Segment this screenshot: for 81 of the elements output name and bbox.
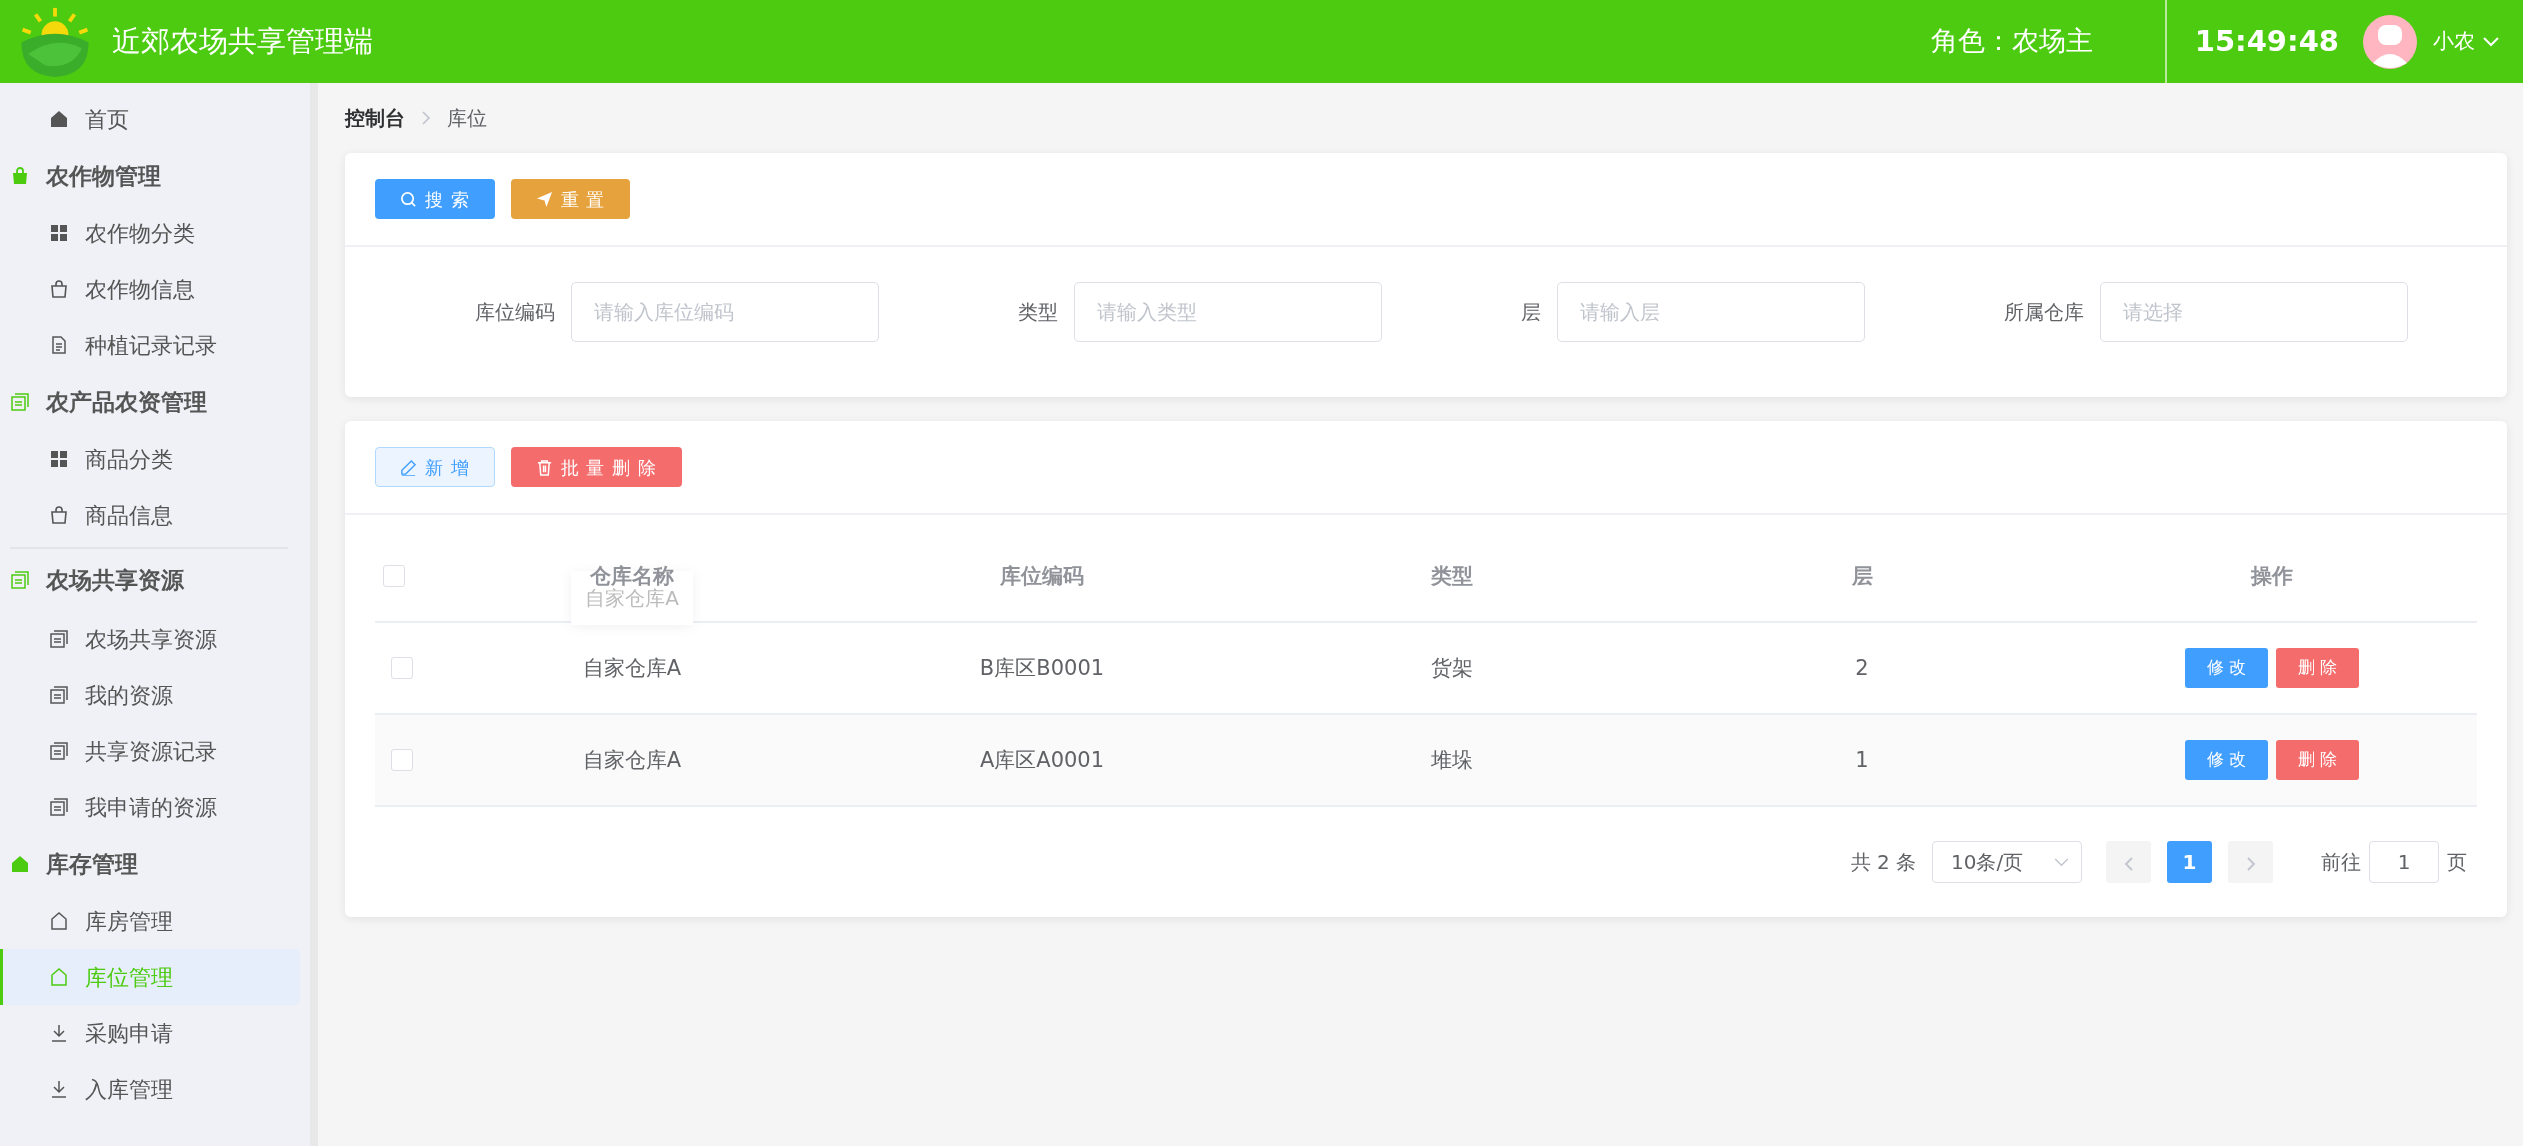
chevron-icon bbox=[421, 110, 431, 126]
page-size-select[interactable]: 10条/页 bbox=[1932, 841, 2082, 883]
grid-icon bbox=[49, 223, 69, 243]
column-header: 层 bbox=[1851, 564, 1873, 589]
input-field[interactable]: 请选择 bbox=[2099, 282, 2408, 342]
bag-icon bbox=[10, 166, 30, 186]
total-count: 共 2 条 bbox=[1850, 849, 1916, 876]
table-cell: 2 bbox=[1855, 656, 1869, 681]
stack-icon bbox=[49, 685, 69, 705]
menu-item[interactable]: 库房管理 bbox=[0, 893, 300, 949]
menu-group[interactable]: 库存管理 bbox=[0, 835, 310, 893]
role-label: 角色：农场主 bbox=[1930, 24, 2093, 59]
column-header: 类型 bbox=[1431, 564, 1473, 589]
menu-item[interactable]: 我申请的资源 bbox=[0, 779, 300, 835]
stack-icon bbox=[49, 797, 69, 817]
menu-group[interactable]: 农场共享资源 bbox=[10, 547, 288, 611]
home-icon bbox=[10, 854, 30, 874]
table-cell: A库区A0001 bbox=[979, 748, 1105, 773]
input-field[interactable]: 请输入库位编码 bbox=[570, 282, 879, 342]
menu-item[interactable]: 入库管理 bbox=[0, 1061, 300, 1117]
checkbox[interactable] bbox=[391, 657, 413, 679]
avatar-icon bbox=[2363, 14, 2417, 69]
grid-icon bbox=[49, 449, 69, 469]
menu-item[interactable]: 农作物分类 bbox=[0, 205, 300, 261]
page-input[interactable]: 1 bbox=[2369, 841, 2439, 883]
input-field[interactable]: 请输入类型 bbox=[1073, 282, 1382, 342]
checkbox[interactable] bbox=[383, 565, 405, 587]
table-cell: 自家仓库A bbox=[582, 656, 682, 681]
bag-icon bbox=[49, 505, 69, 525]
menu-item[interactable]: 商品分类 bbox=[0, 431, 300, 487]
chevron-icon bbox=[2054, 857, 2069, 867]
menu-item[interactable]: 首页 bbox=[0, 91, 300, 147]
search-icon bbox=[400, 190, 417, 208]
field-label: 类型 bbox=[1017, 299, 1058, 326]
home-icon bbox=[49, 109, 69, 129]
column-header: 仓库名称 bbox=[590, 564, 674, 589]
caret-icon bbox=[2483, 36, 2499, 47]
bag-icon bbox=[49, 279, 69, 299]
input-field[interactable]: 请输入层 bbox=[1556, 282, 1865, 342]
previous-page-button[interactable] bbox=[2106, 841, 2151, 883]
stack-icon bbox=[10, 392, 30, 412]
page-label: 页 bbox=[2447, 849, 2467, 876]
download-icon bbox=[49, 1079, 69, 1099]
menu-group[interactable]: 农产品农资管理 bbox=[0, 373, 310, 431]
menu-item[interactable]: 种植记录记录 bbox=[0, 317, 300, 373]
stack-icon bbox=[49, 629, 69, 649]
menu-item[interactable]: 商品信息 bbox=[0, 487, 300, 543]
column-header: 操作 bbox=[2251, 564, 2293, 589]
download-icon bbox=[49, 1023, 69, 1043]
table-cell: 1 bbox=[1855, 748, 1869, 773]
table-cell: 货架 bbox=[1431, 656, 1473, 681]
breadcrumb-item: 库位 bbox=[447, 105, 487, 132]
field-label: 所属仓库 bbox=[2003, 299, 2084, 326]
table-cell: 堆垛 bbox=[1431, 748, 1473, 773]
chevron-icon bbox=[2123, 855, 2134, 872]
field-label: 库位编码 bbox=[474, 299, 555, 326]
column-header: 库位编码 bbox=[1000, 564, 1084, 589]
menu-group[interactable]: 农作物管理 bbox=[0, 147, 310, 205]
menu-item[interactable]: 共享资源记录 bbox=[0, 723, 300, 779]
next-page-button[interactable] bbox=[2228, 841, 2273, 883]
app-title: 近郊农场共享管理端 bbox=[112, 22, 373, 60]
menu-item[interactable]: 采购申请 bbox=[0, 1005, 300, 1061]
clock-time: 15:49:48 bbox=[2194, 22, 2339, 60]
chevron-icon bbox=[2245, 855, 2256, 872]
goto-label: 前往 bbox=[2321, 849, 2361, 876]
table-cell: 自家仓库A bbox=[582, 748, 682, 773]
send-icon bbox=[535, 190, 553, 208]
stack-icon bbox=[49, 741, 69, 761]
stack-icon bbox=[10, 570, 30, 590]
checkbox[interactable] bbox=[391, 749, 413, 771]
pencil-icon bbox=[400, 458, 417, 476]
trash-icon bbox=[535, 458, 553, 476]
house-icon bbox=[49, 967, 69, 987]
breadcrumb-item[interactable]: 控制台 bbox=[345, 103, 405, 133]
menu-item[interactable]: 农场共享资源 bbox=[0, 611, 300, 667]
menu-item[interactable]: 我的资源 bbox=[0, 667, 300, 723]
house-icon bbox=[49, 911, 69, 931]
table-cell: B库区B0001 bbox=[979, 656, 1105, 681]
document-icon bbox=[49, 335, 69, 355]
menu-item[interactable]: 农作物信息 bbox=[0, 261, 300, 317]
field-label: 层 bbox=[1520, 299, 1541, 326]
